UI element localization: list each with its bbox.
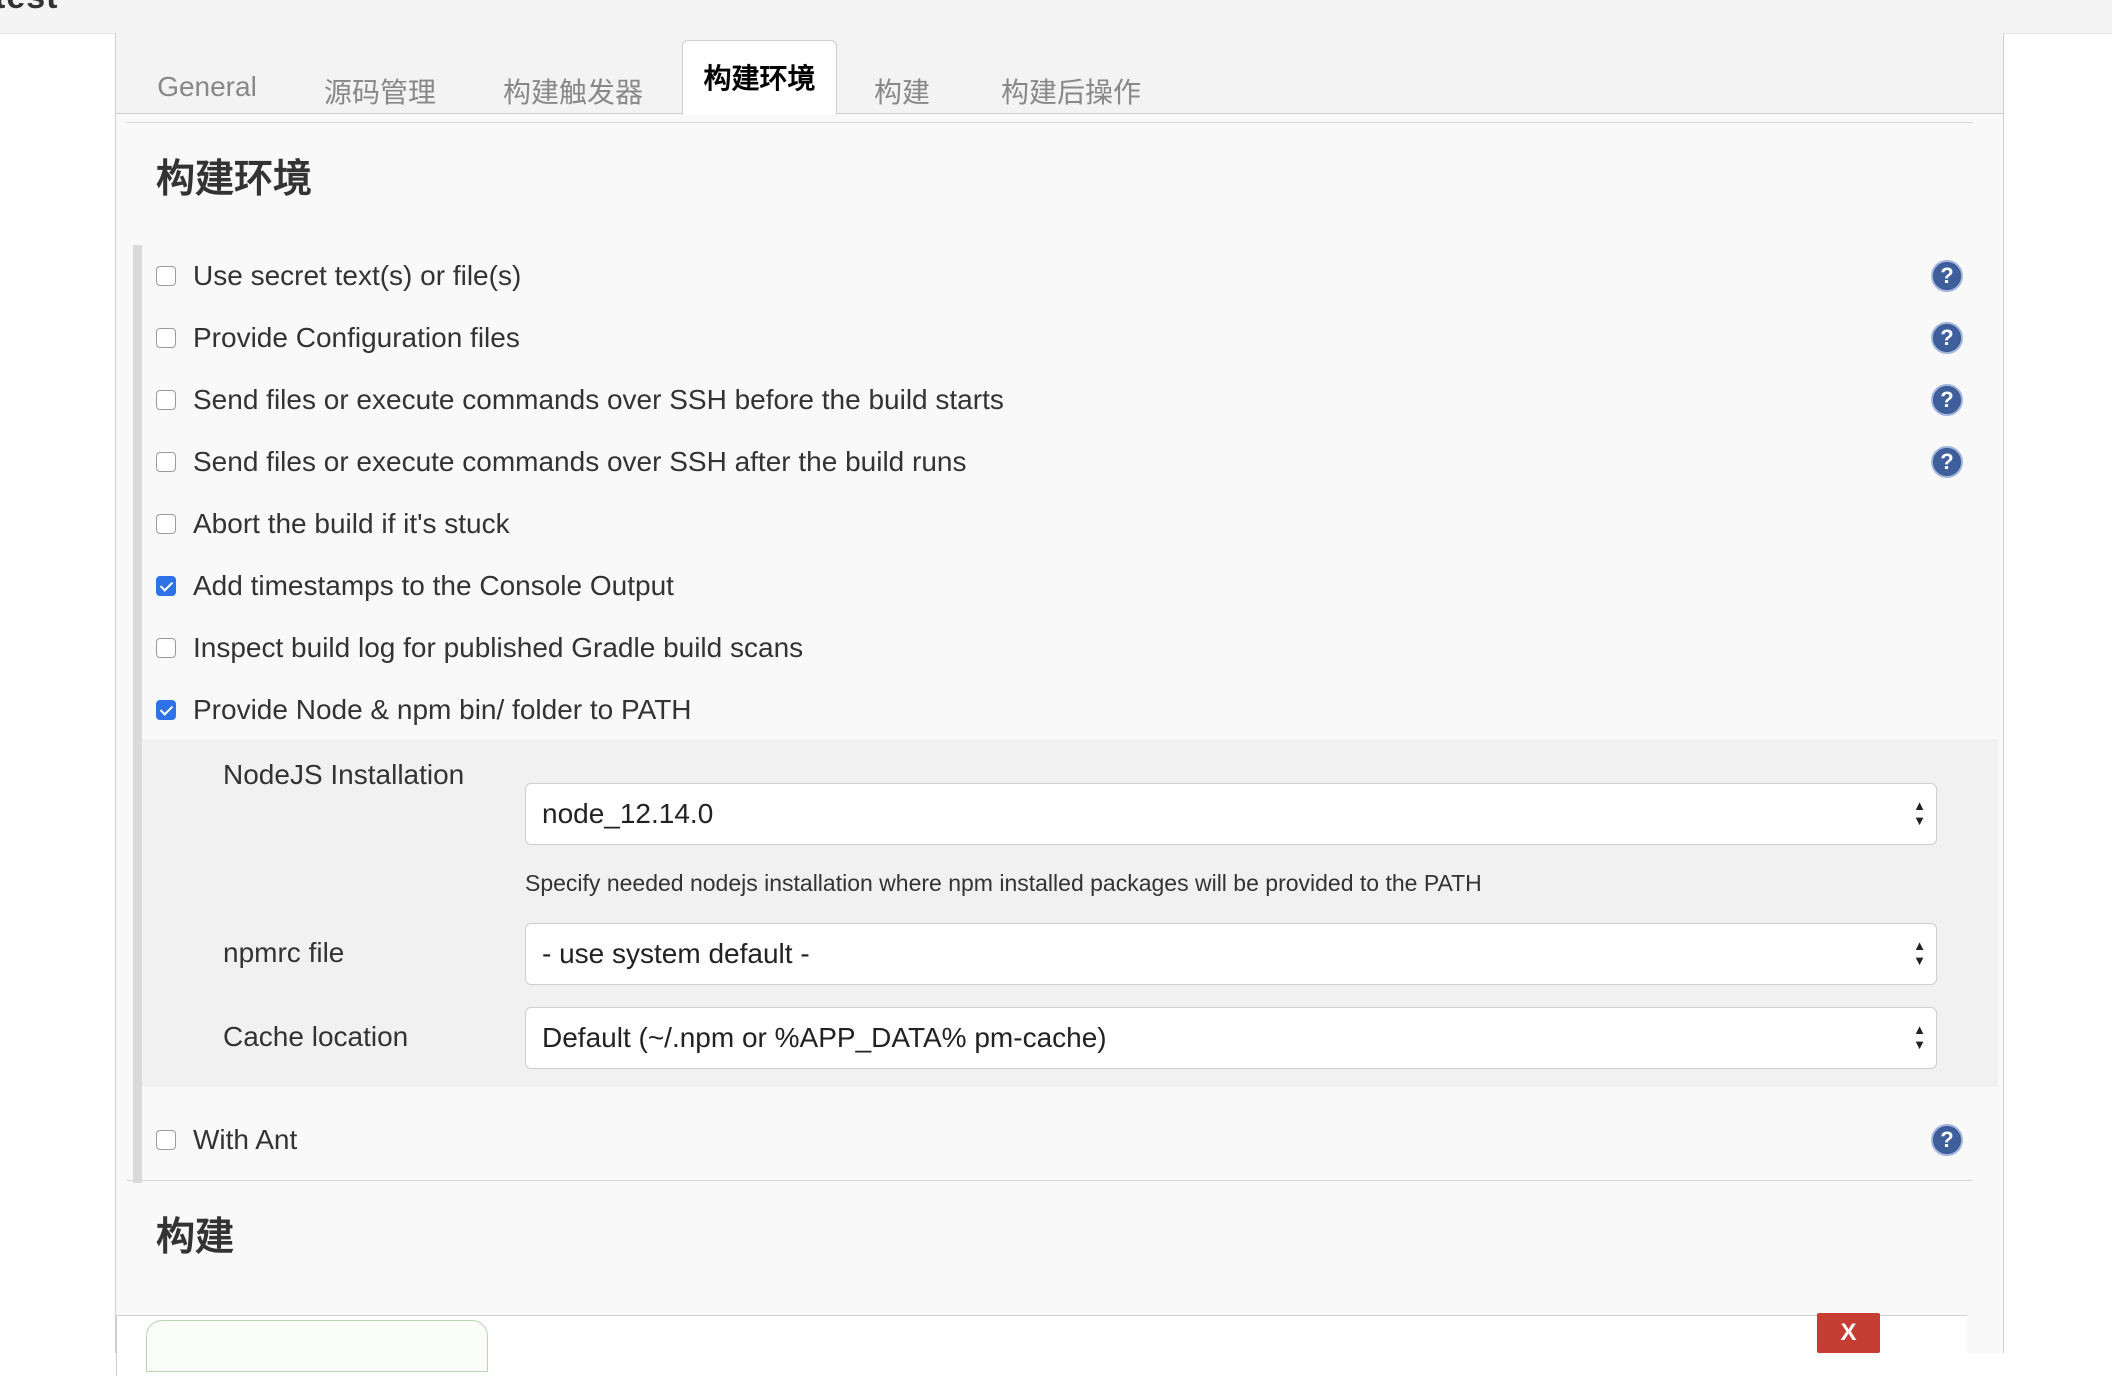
ssh-after-build-label: Send files or execute commands over SSH …: [193, 446, 967, 477]
tab-build[interactable]: 构建: [872, 71, 932, 113]
npmrc-file-select[interactable]: - use system default - ▲ ▼: [525, 923, 1937, 985]
provide-node-npm-checkbox[interactable]: [156, 700, 176, 720]
tab-general[interactable]: General: [157, 71, 257, 113]
nodejs-installation-description: Specify needed nodejs installation where…: [525, 870, 1482, 896]
config-tabs: General 源码管理 构建触发器 构建环境 构建 构建后操作: [116, 33, 2003, 115]
tab-post-build-actions[interactable]: 构建后操作: [996, 71, 1146, 113]
window-title-bar: test: [0, 0, 2112, 34]
gradle-build-scans-checkbox[interactable]: [156, 638, 176, 658]
option-add-timestamps[interactable]: Add timestamps to the Console Output: [156, 566, 674, 606]
tab-build-triggers[interactable]: 构建触发器: [498, 71, 648, 113]
option-ssh-before-build[interactable]: Send files or execute commands over SSH …: [156, 380, 1004, 420]
select-updown-icon: ▲ ▼: [1913, 1022, 1926, 1052]
node-settings-panel: NodeJS Installation node_12.14.0 ▲ ▼ Spec…: [142, 739, 1998, 1087]
help-icon[interactable]: ?: [1931, 384, 1963, 416]
option-with-ant[interactable]: With Ant: [156, 1120, 297, 1160]
ssh-after-build-checkbox[interactable]: [156, 452, 176, 472]
help-icon[interactable]: ?: [1931, 446, 1963, 478]
tab-build-environment[interactable]: 构建环境: [682, 40, 837, 115]
with-ant-label: With Ant: [193, 1124, 298, 1155]
delete-build-step-button[interactable]: X: [1817, 1313, 1880, 1353]
option-use-secret-text[interactable]: Use secret text(s) or file(s): [156, 256, 521, 296]
ssh-before-build-label: Send files or execute commands over SSH …: [193, 384, 1004, 415]
select-updown-icon: ▲ ▼: [1913, 938, 1926, 968]
gradle-build-scans-label: Inspect build log for published Gradle b…: [193, 632, 804, 663]
nodejs-installation-value: node_12.14.0: [542, 798, 714, 829]
with-ant-checkbox[interactable]: [156, 1130, 176, 1150]
nodejs-installation-label: NodeJS Installation: [223, 759, 465, 790]
cache-location-select[interactable]: Default (~/.npm or %APP_DATA% pm-cache) …: [525, 1007, 1937, 1069]
build-environment-heading: 构建环境: [156, 158, 313, 201]
option-abort-if-stuck[interactable]: Abort the build if it's stuck: [156, 504, 510, 544]
select-updown-icon: ▲ ▼: [1913, 798, 1926, 828]
ssh-before-build-checkbox[interactable]: [156, 390, 176, 410]
nodejs-installation-select[interactable]: node_12.14.0 ▲ ▼: [525, 783, 1937, 845]
help-icon[interactable]: ?: [1931, 1124, 1963, 1156]
config-panel: General 源码管理 构建触发器 构建环境 构建 构建后操作 构建环境 No…: [115, 33, 2004, 1376]
provide-node-npm-label: Provide Node & npm bin/ folder to PATH: [193, 694, 692, 725]
cache-location-label: Cache location: [223, 1021, 409, 1052]
add-timestamps-checkbox[interactable]: [156, 576, 176, 596]
section-divider: [126, 1180, 1973, 1181]
option-ssh-after-build[interactable]: Send files or execute commands over SSH …: [156, 442, 967, 482]
option-provide-node-npm[interactable]: Provide Node & npm bin/ folder to PATH: [156, 690, 692, 730]
use-secret-text-checkbox[interactable]: [156, 266, 176, 286]
provide-config-files-label: Provide Configuration files: [193, 322, 520, 353]
abort-if-stuck-checkbox[interactable]: [156, 514, 176, 534]
job-name-title: test: [0, 0, 58, 17]
help-icon[interactable]: ?: [1931, 260, 1963, 292]
provide-config-files-checkbox[interactable]: [156, 328, 176, 348]
add-timestamps-label: Add timestamps to the Console Output: [193, 570, 674, 601]
build-step-header: [146, 1320, 488, 1372]
build-heading: 构建: [156, 1216, 235, 1259]
option-gradle-build-scans[interactable]: Inspect build log for published Gradle b…: [156, 628, 803, 668]
abort-if-stuck-label: Abort the build if it's stuck: [193, 508, 510, 539]
cache-location-value: Default (~/.npm or %APP_DATA% pm-cache): [542, 1022, 1107, 1053]
section-divider: [126, 122, 1973, 123]
use-secret-text-label: Use secret text(s) or file(s): [193, 260, 522, 291]
help-icon[interactable]: ?: [1931, 322, 1963, 354]
npmrc-file-value: - use system default -: [542, 938, 810, 969]
npmrc-file-label: npmrc file: [223, 937, 345, 968]
section-indent-bar: [133, 245, 142, 1183]
tab-source-code-management[interactable]: 源码管理: [320, 71, 440, 113]
option-provide-config-files[interactable]: Provide Configuration files: [156, 318, 520, 358]
